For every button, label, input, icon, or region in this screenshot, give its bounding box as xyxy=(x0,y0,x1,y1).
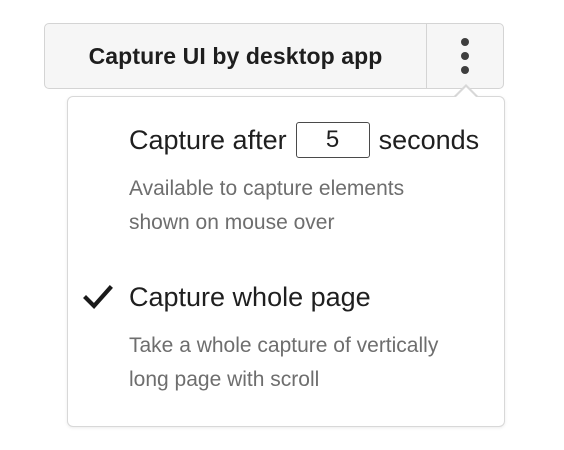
more-options-button[interactable] xyxy=(426,24,503,88)
seconds-label: seconds xyxy=(378,124,480,155)
more-vertical-icon xyxy=(461,38,469,74)
capture-delay-description: Available to capture elements shown on m… xyxy=(129,177,405,234)
delay-seconds-input[interactable] xyxy=(295,122,370,158)
capture-whole-page-description: Take a whole capture of vertically long … xyxy=(129,334,439,391)
capture-after-label: Capture after xyxy=(129,124,287,155)
capture-ui-button[interactable]: Capture UI by desktop app xyxy=(45,24,426,88)
capture-whole-page-label: Capture whole page xyxy=(129,281,371,312)
capture-whole-page-option[interactable]: Capture whole page Take a whole capture … xyxy=(68,277,504,397)
capture-options-menu: Capture after seconds Available to captu… xyxy=(67,96,505,427)
capture-split-button: Capture UI by desktop app xyxy=(44,23,504,89)
dropdown-caret-fill xyxy=(456,87,476,97)
capture-delay-option[interactable]: Capture after seconds Available to captu… xyxy=(68,120,504,240)
checkmark-icon xyxy=(83,285,113,310)
